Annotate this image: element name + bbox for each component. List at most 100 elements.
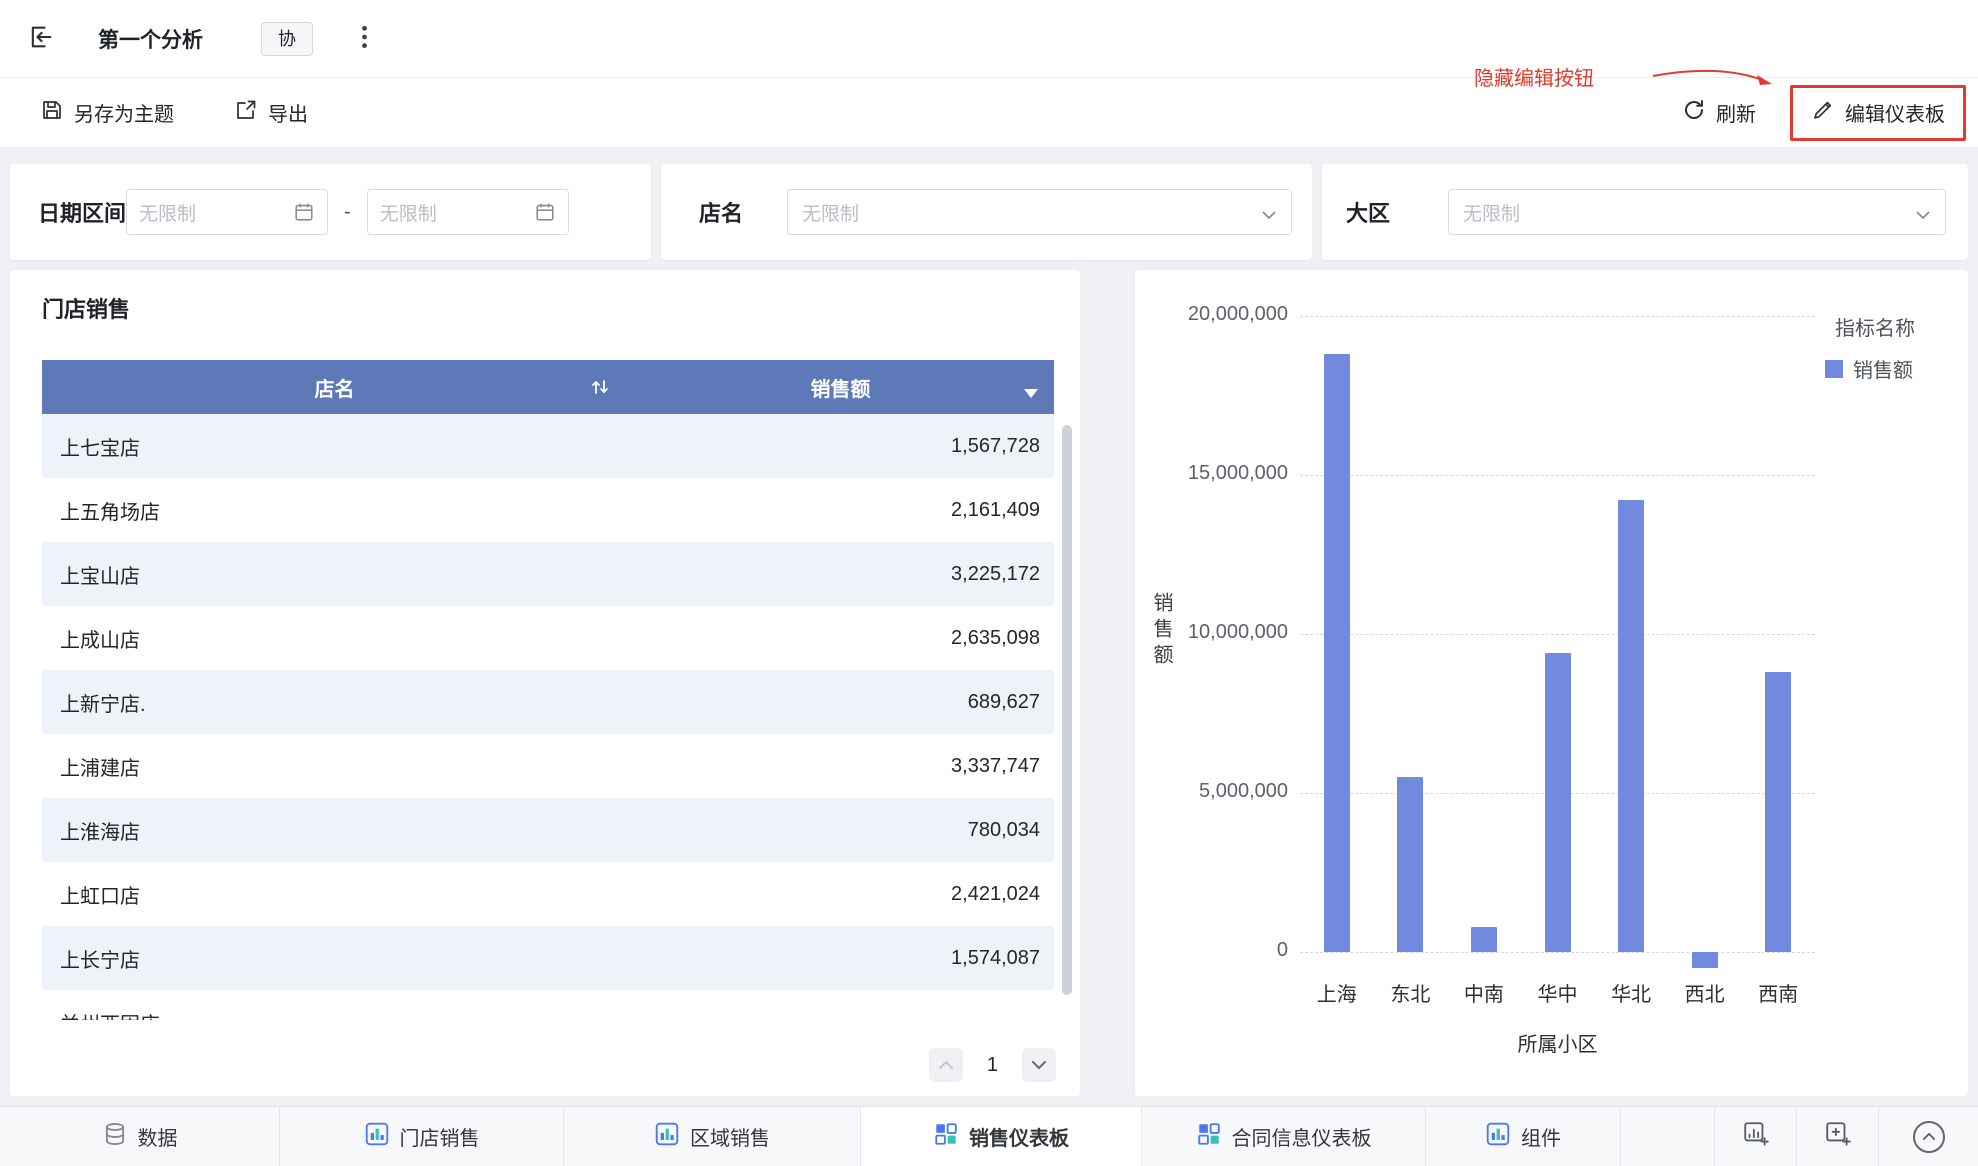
chevron-up-icon [1922, 1128, 1936, 1146]
bar-中南[interactable] [1470, 926, 1497, 952]
store-filter-label: 店名 [699, 201, 744, 226]
tab-region-sales[interactable]: 区域销售 [564, 1107, 861, 1166]
region-sales-chart-card: 销售额 所属小区 指标名称 销售额 0 5,000,000 10,000,000 15… [1135, 270, 1968, 1096]
annotation-text: 隐藏编辑按钮 [1474, 68, 1594, 90]
bi-dashboard-app: 第一个分析 协 另存为主题 导出 刷新 编辑仪表板 隐藏编辑按钮 日期区间 无限… [0, 0, 1978, 1166]
date-start-input[interactable]: 无限制 [126, 189, 329, 235]
legend-item[interactable]: 销售额 [1825, 354, 1913, 383]
table-scrollbar-thumb[interactable] [1062, 425, 1072, 995]
bar-西南[interactable] [1765, 672, 1792, 952]
bar-华中[interactable] [1544, 653, 1571, 952]
store-select-placeholder: 无限制 [802, 203, 860, 225]
store-filter-card: 店名 无限制 [661, 164, 1312, 260]
sales-value-cell: 2,161,409 [951, 498, 1040, 521]
tab-data[interactable]: 数据 [0, 1107, 280, 1166]
chevron-down-icon [1915, 207, 1931, 220]
table-row[interactable]: 上浦建店 3,337,747 [42, 734, 1054, 798]
tab-label: 数据 [137, 1128, 178, 1150]
more-menu-button[interactable] [355, 24, 373, 53]
table-row[interactable]: 上新宁店. 689,627 [42, 670, 1054, 734]
exit-back-button[interactable] [26, 24, 56, 54]
bar-chart-icon [1485, 1121, 1511, 1153]
add-chart-icon [1742, 1120, 1770, 1153]
new-dashboard-button[interactable] [1796, 1107, 1878, 1166]
filter-row: 日期区间 无限制 - 无限制 店名 无限制 大区 无限制 [10, 164, 1968, 260]
y-tick-label: 0 [1276, 939, 1288, 961]
table-row[interactable]: 上虹口店 2,421,024 [42, 862, 1054, 926]
sales-value-cell: 2,635,098 [951, 626, 1040, 649]
collapse-circle [1912, 1120, 1945, 1153]
region-select-placeholder: 无限制 [1463, 203, 1521, 225]
table-row[interactable]: 上长宁店 1,574,087 [42, 926, 1054, 990]
annotation-highlight-box: 编辑仪表板 [1790, 84, 1966, 141]
dashboard-icon [1196, 1121, 1222, 1153]
table-row[interactable]: 上淮海店 780,034 [42, 798, 1054, 862]
store-sales-card: 门店销售 店名 销售额 上七宝店 1,567,728 上五角场店 2,161,409 上… [10, 270, 1080, 1096]
bar-西北[interactable] [1691, 952, 1718, 968]
region-select[interactable]: 无限制 [1448, 189, 1947, 235]
sales-value-cell: 1,567,728 [951, 434, 1040, 457]
sales-value-cell: 1,574,087 [951, 946, 1040, 969]
y-tick-label: 15,000,000 [1187, 462, 1288, 484]
refresh-icon [1682, 98, 1706, 128]
store-name-cell: 上虹口店 [60, 885, 140, 908]
date-range-label: 日期区间 [38, 201, 127, 226]
sales-table: 店名 销售额 上七宝店 1,567,728 上五角场店 2,161,409 上宝山店 3,… [42, 360, 1054, 1020]
date-range-filter-card: 日期区间 无限制 - 无限制 [10, 164, 651, 260]
date-end-placeholder: 无限制 [379, 203, 437, 225]
save-as-theme-label: 另存为主题 [74, 104, 174, 126]
tab-store-sales[interactable]: 门店销售 [280, 1107, 564, 1166]
tab-sales-dashboard[interactable]: 销售仪表板 [861, 1107, 1142, 1166]
table-row[interactable]: 兰州西固店 [42, 990, 1054, 1021]
sales-value-cell: 689,627 [967, 690, 1040, 713]
bar-chart-icon [364, 1121, 390, 1153]
analysis-title: 第一个分析 [98, 28, 203, 52]
tab-contract-dashboard[interactable]: 合同信息仪表板 [1142, 1107, 1426, 1166]
tab-label: 区域销售 [690, 1128, 770, 1150]
store-select[interactable]: 无限制 [787, 189, 1293, 235]
refresh-button[interactable]: 刷新 [1682, 98, 1756, 128]
collapse-tabbar-button[interactable] [1878, 1107, 1978, 1166]
sales-value-cell: 3,337,747 [951, 754, 1040, 777]
bar-华北[interactable] [1618, 500, 1645, 952]
tab-label: 销售仪表板 [969, 1128, 1069, 1150]
sales-value-cell: 3,225,172 [951, 562, 1040, 585]
kebab-menu-icon [361, 24, 368, 53]
column-header-store[interactable]: 店名 [42, 360, 627, 414]
store-name-cell: 上新宁店. [60, 693, 146, 716]
bar-东北[interactable] [1397, 777, 1424, 952]
sales-value-cell: 2,421,024 [951, 882, 1040, 905]
page-down-button[interactable] [1022, 1048, 1056, 1082]
database-icon [102, 1121, 128, 1153]
new-component-button[interactable] [1714, 1107, 1796, 1166]
save-as-theme-button[interactable]: 另存为主题 [40, 98, 174, 128]
page-up-button[interactable] [928, 1048, 963, 1082]
store-name-cell: 上长宁店 [60, 949, 140, 972]
table-row[interactable]: 上宝山店 3,225,172 [42, 542, 1054, 606]
sort-icon[interactable] [589, 376, 611, 398]
legend-swatch [1825, 359, 1843, 378]
x-category-label: 华中 [1537, 984, 1578, 1006]
table-row[interactable]: 上七宝店 1,567,728 [42, 414, 1054, 478]
table-row[interactable]: 上成山店 2,635,098 [42, 606, 1054, 670]
column-header-sales[interactable]: 销售额 [627, 360, 1054, 414]
y-tick-label: 5,000,000 [1199, 780, 1288, 802]
edit-dashboard-button[interactable]: 编辑仪表板 [1811, 98, 1945, 128]
export-icon [234, 98, 258, 128]
y-tick-label: 20,000,000 [1187, 303, 1288, 325]
add-dashboard-icon [1824, 1120, 1852, 1153]
filter-triangle-icon[interactable] [1024, 382, 1038, 398]
date-end-input[interactable]: 无限制 [366, 189, 569, 235]
table-row[interactable]: 上五角场店 2,161,409 [42, 478, 1054, 542]
export-button[interactable]: 导出 [234, 98, 308, 128]
x-category-label: 西南 [1758, 984, 1799, 1006]
gridline [1300, 952, 1815, 953]
tab-components[interactable]: 组件 [1426, 1107, 1621, 1166]
chevron-up-icon [938, 1058, 954, 1073]
calendar-icon[interactable] [534, 201, 556, 223]
store-name-cell: 上宝山店 [60, 565, 140, 588]
collaboration-badge-button[interactable]: 协 [261, 21, 313, 56]
store-name-cell: 上七宝店 [60, 437, 140, 460]
bar-上海[interactable] [1323, 354, 1350, 952]
calendar-icon[interactable] [293, 201, 315, 223]
